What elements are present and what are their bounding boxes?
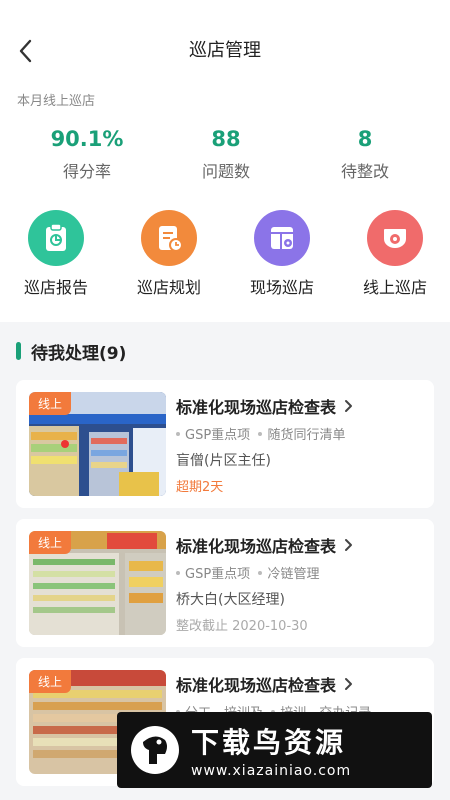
pending-title: 待我处理(9) (31, 343, 127, 364)
menu-label: 现场巡店 (249, 278, 314, 297)
section-accent-bar (16, 342, 21, 360)
watermark-url: www.xiazainiao.com (191, 763, 352, 779)
task-card[interactable]: 线上 标准化现场巡店检查表 GSP重点项 随货同行清单 盲僧(片区主任) 超期2… (16, 380, 434, 508)
online-tag: 线上 (29, 670, 72, 693)
stat-value: 8 (357, 127, 373, 151)
stat-issue-count[interactable]: 88 问题数 (151, 124, 301, 182)
pending-section-header: 待我处理(9) (16, 340, 127, 364)
card-title: 标准化现场巡店检查表 (176, 394, 353, 418)
stat-label: 得分率 (62, 162, 111, 181)
card-status: 整改截止 2020-10-30 (176, 619, 308, 634)
page-title: 巡店管理 (189, 40, 261, 61)
card-title-text: 标准化现场巡店检查表 (176, 398, 337, 417)
card-tag: 随货同行清单 (267, 428, 346, 443)
store-photo: 线上 (29, 531, 166, 635)
menu-grid: 巡店报告 巡店规划 现场巡店 线上巡店 (0, 210, 450, 300)
stat-pending-fix[interactable]: 8 待整改 (290, 124, 440, 182)
stat-value: 90.1% (50, 127, 124, 151)
card-title: 标准化现场巡店检查表 (176, 533, 353, 557)
camera-icon (367, 210, 423, 266)
watermark-cn: 下载鸟资源 (191, 726, 347, 759)
nav-bar: 巡店管理 (0, 26, 450, 76)
chevron-right-icon (345, 678, 353, 690)
online-tag: 线上 (29, 392, 72, 415)
card-tag: 冷链管理 (267, 567, 320, 582)
card-status: 超期2天 (176, 480, 224, 495)
menu-label: 巡店报告 (23, 278, 88, 297)
card-title-text: 标准化现场巡店检查表 (176, 537, 337, 556)
stat-score-rate[interactable]: 90.1% 得分率 (12, 124, 162, 182)
chevron-right-icon (345, 400, 353, 412)
card-tag: GSP重点项 (185, 567, 251, 582)
menu-item-plan[interactable]: 巡店规划 (113, 210, 225, 298)
report-icon (28, 210, 84, 266)
store-photo: 线上 (29, 392, 166, 496)
top-panel: 巡店管理 本月线上巡店 90.1% 得分率 88 问题数 8 待整改 巡店报告 … (0, 0, 450, 322)
onsite-icon (254, 210, 310, 266)
bird-logo-icon (131, 726, 179, 774)
card-title: 标准化现场巡店检查表 (176, 672, 353, 696)
menu-item-online[interactable]: 线上巡店 (339, 210, 450, 298)
stats-row: 90.1% 得分率 88 问题数 8 待整改 (0, 124, 450, 188)
menu-label: 线上巡店 (362, 278, 427, 297)
stat-value: 88 (211, 127, 241, 151)
card-tags: GSP重点项 冷链管理 (176, 563, 319, 582)
card-tag: GSP重点项 (185, 428, 251, 443)
menu-item-onsite[interactable]: 现场巡店 (226, 210, 338, 298)
chevron-right-icon (345, 539, 353, 551)
card-assignee: 盲僧(片区主任) (176, 453, 271, 469)
watermark-text: 下载鸟资源 www.xiazainiao.com (191, 721, 351, 779)
stat-label: 问题数 (201, 162, 250, 181)
card-assignee: 桥大白(大区经理) (176, 592, 285, 608)
menu-item-report[interactable]: 巡店报告 (0, 210, 112, 298)
task-card[interactable]: 线上 标准化现场巡店检查表 GSP重点项 冷链管理 桥大白(大区经理) 整改截止… (16, 519, 434, 647)
online-tag: 线上 (29, 531, 72, 554)
watermark-overlay: 下载鸟资源 www.xiazainiao.com (117, 712, 432, 788)
section-subtitle: 本月线上巡店 (17, 94, 96, 109)
stat-label: 待整改 (340, 162, 389, 181)
plan-icon (141, 210, 197, 266)
card-tags: GSP重点项 随货同行清单 (176, 424, 345, 443)
card-title-text: 标准化现场巡店检查表 (176, 676, 337, 695)
menu-label: 巡店规划 (136, 278, 201, 297)
